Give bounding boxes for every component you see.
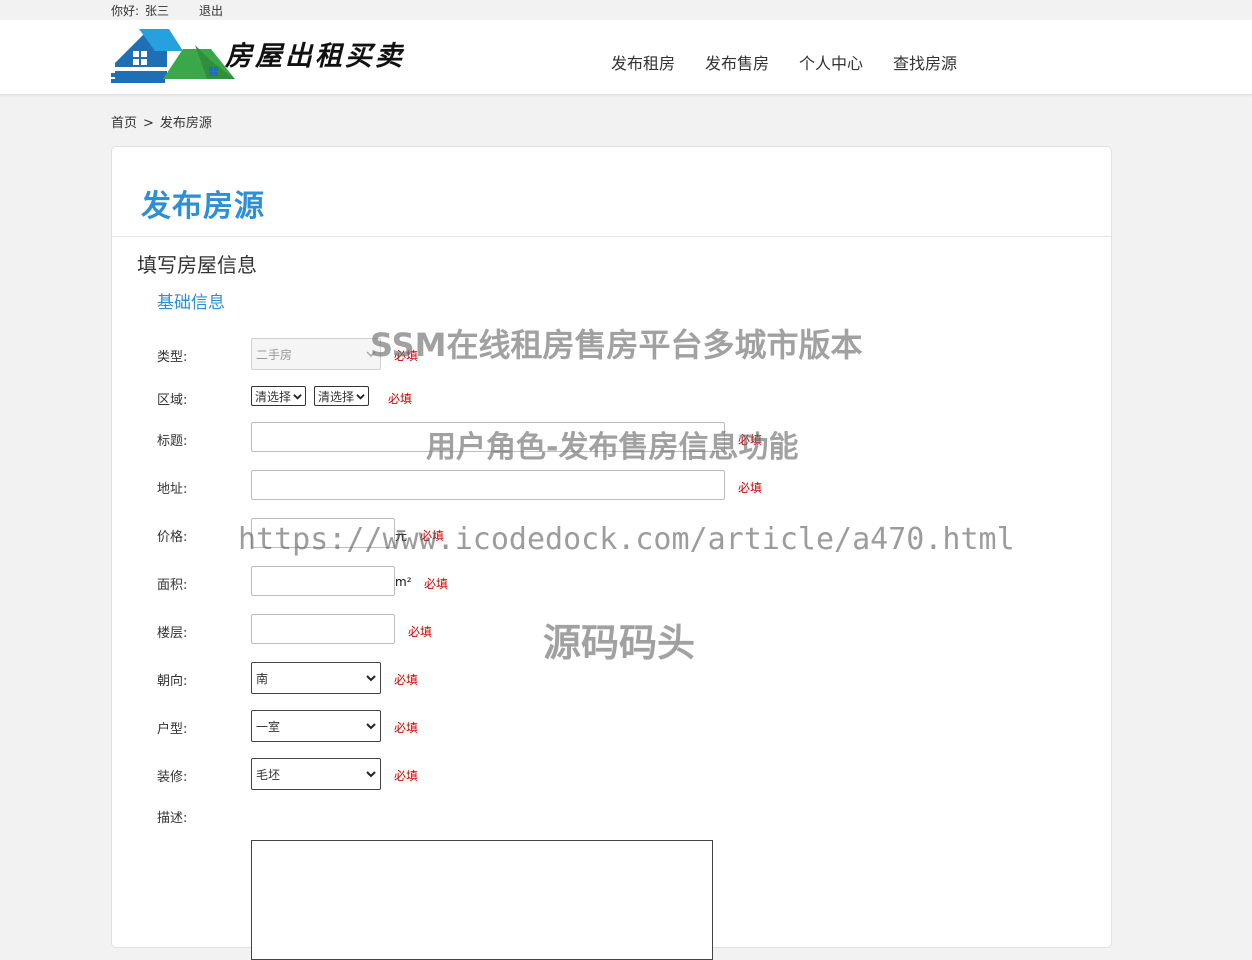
breadcrumb-separator: > (143, 116, 154, 131)
layout-select[interactable]: 一室 (251, 710, 381, 742)
address-label: 地址: (157, 482, 188, 497)
description-label: 描述: (157, 811, 188, 826)
floor-input[interactable] (251, 614, 395, 644)
layout-required: 必填 (394, 721, 419, 735)
price-input[interactable] (251, 518, 395, 548)
house-logo-icon (111, 29, 235, 83)
price-label: 价格: (157, 530, 188, 545)
region-city-value: 清选择 (255, 389, 292, 404)
logout-link[interactable]: 退出 (199, 2, 223, 19)
region-label: 区域: (157, 393, 188, 408)
username: 张三 (145, 4, 170, 18)
floor-required: 必填 (408, 625, 433, 639)
logo-text: 房屋出租买卖 (225, 41, 405, 72)
main-nav: 发布租房 发布售房 个人中心 查找房源 (611, 50, 987, 74)
publish-panel: 发布房源 填写房屋信息 基础信息 类型: 二手房 必填 区域: 清选择 清选择 … (111, 146, 1112, 960)
orientation-select[interactable]: 南 (251, 662, 381, 694)
area-required: 必填 (424, 577, 449, 591)
breadcrumb-home[interactable]: 首页 (111, 116, 137, 131)
section-title: 填写房屋信息 (137, 253, 257, 277)
breadcrumb: 首页 > 发布房源 (111, 112, 212, 131)
orientation-value: 南 (256, 671, 269, 686)
decoration-select[interactable]: 毛坯 (251, 758, 381, 790)
page-title: 发布房源 (141, 189, 265, 224)
type-required: 必填 (394, 349, 419, 363)
chevron-down-icon (366, 723, 376, 730)
nav-publish-rent[interactable]: 发布租房 (611, 50, 675, 74)
orientation-label: 朝向: (157, 674, 188, 689)
decoration-required: 必填 (394, 769, 419, 783)
decoration-label: 装修: (157, 770, 188, 785)
region-district-select[interactable]: 清选择 (314, 386, 370, 406)
title-input[interactable] (251, 422, 725, 452)
address-required: 必填 (738, 481, 763, 495)
region-required: 必填 (388, 392, 413, 406)
type-select-value: 二手房 (256, 347, 293, 362)
region-city-select[interactable]: 清选择 (251, 386, 307, 406)
layout-value: 一室 (256, 719, 281, 734)
site-header: 房屋出租买卖 发布租房 发布售房 个人中心 查找房源 (0, 20, 1252, 95)
area-unit: m² (395, 575, 412, 589)
chevron-down-icon (366, 771, 376, 778)
type-label: 类型: (157, 350, 188, 365)
nav-personal-center[interactable]: 个人中心 (799, 50, 863, 74)
orientation-required: 必填 (394, 673, 419, 687)
price-unit: 元 (395, 529, 408, 543)
region-district-value: 清选择 (318, 389, 355, 404)
subsection-title: 基础信息 (157, 293, 225, 313)
area-input[interactable] (251, 566, 395, 596)
title-label: 标题: (157, 434, 188, 449)
decoration-value: 毛坯 (256, 767, 281, 782)
top-bar: 你好: 张三 退出 (0, 0, 1252, 20)
chevron-down-icon (366, 351, 376, 358)
address-input[interactable] (251, 470, 725, 500)
area-label: 面积: (157, 578, 188, 593)
type-select[interactable]: 二手房 (251, 338, 381, 370)
floor-label: 楼层: (157, 626, 188, 641)
nav-find-house[interactable]: 查找房源 (893, 50, 957, 74)
chevron-down-icon (366, 675, 376, 682)
chevron-down-icon (356, 393, 365, 400)
title-required: 必填 (738, 433, 763, 447)
chevron-down-icon (293, 393, 302, 400)
greeting: 你好: 张三 (111, 2, 175, 19)
breadcrumb-current: 发布房源 (159, 116, 212, 131)
price-required: 必填 (420, 529, 445, 543)
layout-label: 户型: (157, 722, 188, 737)
greeting-label: 你好: (111, 4, 140, 18)
nav-publish-sale[interactable]: 发布售房 (705, 50, 769, 74)
title-divider (112, 236, 1111, 237)
description-textarea[interactable] (251, 840, 713, 960)
